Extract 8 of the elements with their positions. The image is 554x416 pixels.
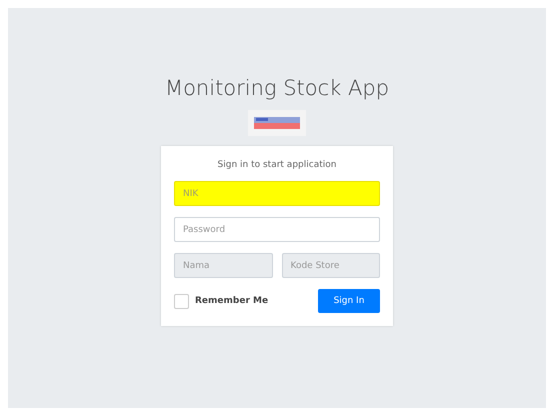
input-field[interactable]: NIK — [174, 181, 380, 206]
logo-icon — [248, 110, 306, 136]
remember-checkbox[interactable] — [174, 294, 189, 308]
sign-in-button[interactable]: Sign In — [318, 289, 380, 313]
login-message: Sign in to start application — [216, 160, 338, 170]
remember-label: Remember Me — [195, 296, 268, 306]
app-title: Monitoring Stock App — [164, 76, 390, 100]
input-field[interactable]: Password — [174, 217, 380, 242]
